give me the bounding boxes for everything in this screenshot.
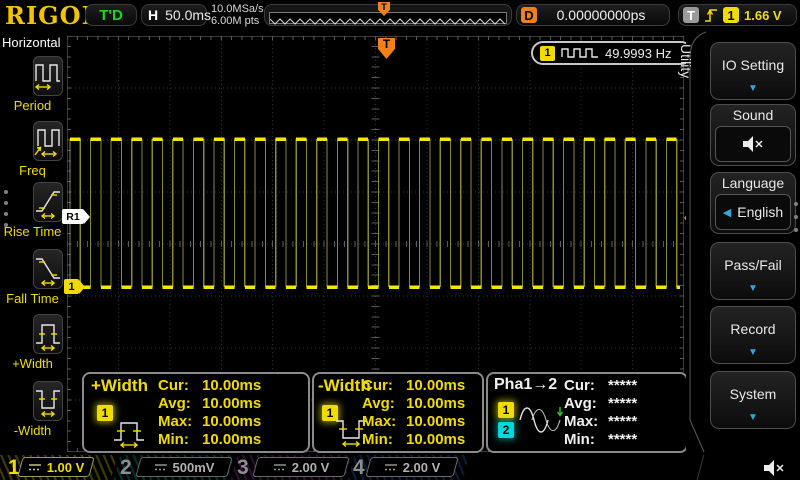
nwidth-label: -Width bbox=[0, 423, 65, 438]
channel4-scale-box[interactable]: 2.00 V bbox=[365, 457, 458, 477]
phase-channel1-badge: 1 bbox=[498, 402, 514, 418]
measure-menu-title: Horizontal bbox=[2, 35, 61, 50]
preview-waveform bbox=[270, 16, 506, 26]
frequency-counter-badge: 1 49.9993 Hz bbox=[531, 41, 693, 65]
utility-menu: Utility IO Setting ▼ Sound Language ◀ En… bbox=[686, 30, 800, 455]
square-wave-icon bbox=[561, 47, 599, 59]
rise-time-label: Rise Time bbox=[0, 224, 65, 239]
trigger-level-value: 1.66 V bbox=[744, 8, 782, 23]
right-page-dot bbox=[794, 215, 798, 219]
left-page-dot bbox=[4, 212, 8, 216]
h-label: H bbox=[148, 7, 158, 23]
rising-edge-icon bbox=[704, 7, 718, 23]
dc-coupling-icon bbox=[273, 463, 287, 472]
pass-fail-button[interactable]: Pass/Fail ▼ bbox=[710, 242, 796, 300]
measure-menu: Horizontal Period bbox=[0, 30, 65, 455]
utility-tab[interactable]: Utility bbox=[678, 44, 694, 78]
waveform-preview-bar: T bbox=[264, 4, 512, 26]
ref-marker[interactable]: R1 bbox=[62, 209, 90, 224]
freq-icon bbox=[34, 124, 62, 158]
sample-rate: 10.0MSa/s bbox=[211, 3, 264, 15]
sound-value-box bbox=[715, 126, 791, 162]
dc-coupling-icon bbox=[384, 463, 398, 472]
trigger-status-text: T'D bbox=[99, 7, 123, 24]
bottom-divider bbox=[697, 455, 705, 480]
language-button[interactable]: Language ◀ English bbox=[710, 172, 796, 234]
freq-label: Freq bbox=[0, 163, 65, 178]
record-button[interactable]: Record ▼ bbox=[710, 306, 796, 364]
period-icon bbox=[34, 59, 62, 93]
dc-coupling-icon bbox=[28, 463, 42, 472]
rise-time-icon bbox=[34, 185, 62, 219]
right-page-dot bbox=[794, 228, 798, 232]
phase-measure-icon bbox=[518, 402, 564, 438]
language-value-box: ◀ English bbox=[715, 194, 791, 230]
channel1-scale-box[interactable]: 1.00 V bbox=[17, 457, 94, 477]
waveform-preview-window[interactable] bbox=[269, 12, 507, 24]
left-page-dot bbox=[4, 190, 8, 194]
speaker-muted-icon bbox=[741, 135, 765, 153]
freq-channel-badge: 1 bbox=[540, 46, 555, 61]
channel2-number[interactable]: 2 bbox=[120, 455, 132, 480]
channel3-scale-box[interactable]: 2.00 V bbox=[252, 457, 349, 477]
delay-box: D 0.00000000ps bbox=[516, 4, 670, 26]
submenu-arrow-icon: ▼ bbox=[711, 283, 795, 294]
channel4-number[interactable]: 4 bbox=[353, 455, 365, 480]
trigger-channel-badge: 1 bbox=[723, 7, 739, 23]
right-page-dot bbox=[794, 202, 798, 206]
delay-label: D bbox=[521, 7, 537, 23]
pwidth-button[interactable] bbox=[33, 314, 63, 354]
channel2-scale-box[interactable]: 500mV bbox=[135, 457, 232, 477]
timebase-value: 50.0ms bbox=[165, 7, 211, 23]
fall-time-label: Fall Time bbox=[0, 291, 65, 306]
period-button[interactable] bbox=[33, 56, 63, 96]
language-value: English bbox=[737, 204, 783, 220]
trigger-label: T bbox=[683, 7, 699, 23]
delay-value: 0.00000000ps bbox=[537, 7, 665, 23]
horizontal-scale-box: H 50.0ms bbox=[141, 4, 207, 26]
trigger-status-badge: T'D bbox=[85, 4, 137, 26]
pwidth-label: +Width bbox=[0, 356, 65, 371]
freq-button[interactable] bbox=[33, 121, 63, 161]
oscilloscope-screen: RIGOL T'D H 50.0ms 10.0MSa/s 6.00M pts T… bbox=[0, 0, 800, 480]
plus-width-measure-icon bbox=[112, 416, 154, 448]
submenu-arrow-icon: ▼ bbox=[711, 412, 795, 423]
pwidth-channel-badge: 1 bbox=[97, 405, 113, 421]
rise-time-button[interactable] bbox=[33, 182, 63, 222]
left-page-dot bbox=[4, 223, 8, 227]
status-bar: RIGOL T'D H 50.0ms 10.0MSa/s 6.00M pts T… bbox=[0, 0, 800, 30]
frequency-value: 49.9993 Hz bbox=[605, 46, 672, 61]
submenu-arrow-icon: ▼ bbox=[711, 83, 795, 94]
measurement-panel-phase[interactable]: Pha1→2 1 2 Cur:***** Avg:***** Max:*****… bbox=[486, 372, 688, 453]
phase-channel2-badge: 2 bbox=[498, 422, 514, 438]
submenu-arrow-icon: ▼ bbox=[711, 347, 795, 358]
plus-width-icon bbox=[34, 317, 62, 351]
channel1-marker-arrow-icon bbox=[79, 280, 85, 294]
ref-marker-arrow-icon bbox=[84, 210, 90, 224]
dc-coupling-icon bbox=[154, 463, 168, 472]
memory-depth: 6.00M pts bbox=[211, 15, 264, 27]
sound-button[interactable]: Sound bbox=[710, 104, 796, 166]
minus-width-icon bbox=[34, 384, 62, 418]
acquisition-info: 10.0MSa/s 6.00M pts bbox=[211, 3, 264, 27]
trigger-info-box: T 1 1.66 V bbox=[678, 4, 797, 26]
channel-status-bar: 1 1.00 V 2 500mV 3 bbox=[0, 455, 800, 480]
measurement-panel-pwidth[interactable]: +Width 1 Cur:10.00ms Avg:10.00ms Max:10.… bbox=[82, 372, 310, 453]
io-setting-button[interactable]: IO Setting ▼ bbox=[710, 42, 796, 100]
left-page-dot bbox=[4, 201, 8, 205]
measurement-panel-nwidth[interactable]: -Width 1 Cur:10.00ms Avg:10.00ms Max:10.… bbox=[312, 372, 484, 453]
fall-time-button[interactable] bbox=[33, 249, 63, 289]
system-button[interactable]: System ▼ bbox=[710, 371, 796, 429]
period-label: Period bbox=[0, 98, 65, 113]
channel1-ground-marker[interactable]: 1 bbox=[64, 279, 85, 294]
nwidth-button[interactable] bbox=[33, 381, 63, 421]
speaker-muted-icon bbox=[762, 459, 786, 477]
option-left-arrow-icon: ◀ bbox=[723, 206, 731, 219]
fall-time-icon bbox=[34, 252, 62, 286]
channel3-number[interactable]: 3 bbox=[237, 455, 249, 480]
